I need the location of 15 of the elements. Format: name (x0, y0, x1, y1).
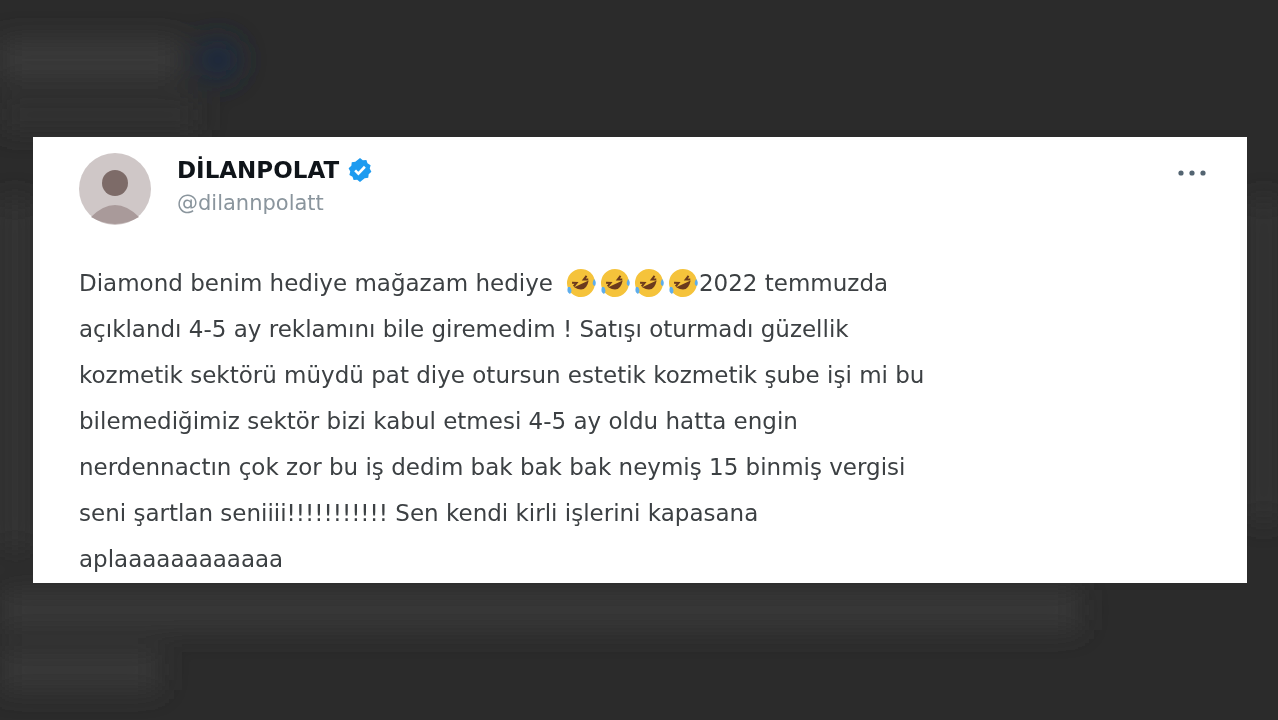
tweet-text: nerdennactın çok zor bu iş dedim bak bak bak neymiş 15 binmiş vergisi (79, 454, 906, 480)
more-options-icon[interactable] (1177, 169, 1207, 177)
laughing-face-icon (564, 267, 597, 299)
tweet-text: kozmetik sektörü müydü pat diye otursun estetik kozmetik şube işi mi bu (79, 362, 925, 388)
display-name[interactable]: DİLANPOLAT (177, 157, 340, 183)
laughing-face-icon (632, 267, 665, 299)
tweet-text: 2022 temmuzda (698, 270, 889, 296)
tweet-text: aplaaaaaaaaaaaa (79, 546, 284, 572)
tweet-text: bilemediğimiz sektör bizi kabul etmesi 4-5 ay oldu hatta engin (79, 408, 798, 434)
tweet-text: Diamond benim hediye mağazam hediye (79, 270, 553, 296)
avatar[interactable] (79, 153, 151, 225)
laughing-face-icon (598, 267, 631, 299)
laughing-face-icon (666, 267, 699, 299)
tweet-text: açıklandı 4-5 ay reklamını bile giremedim ! Satışı oturmadı güzellik (79, 316, 849, 342)
tweet-text: seni şartlan seniiii!!!!!!!!!!! Sen kendi kirli işlerini kapasana (79, 500, 759, 526)
